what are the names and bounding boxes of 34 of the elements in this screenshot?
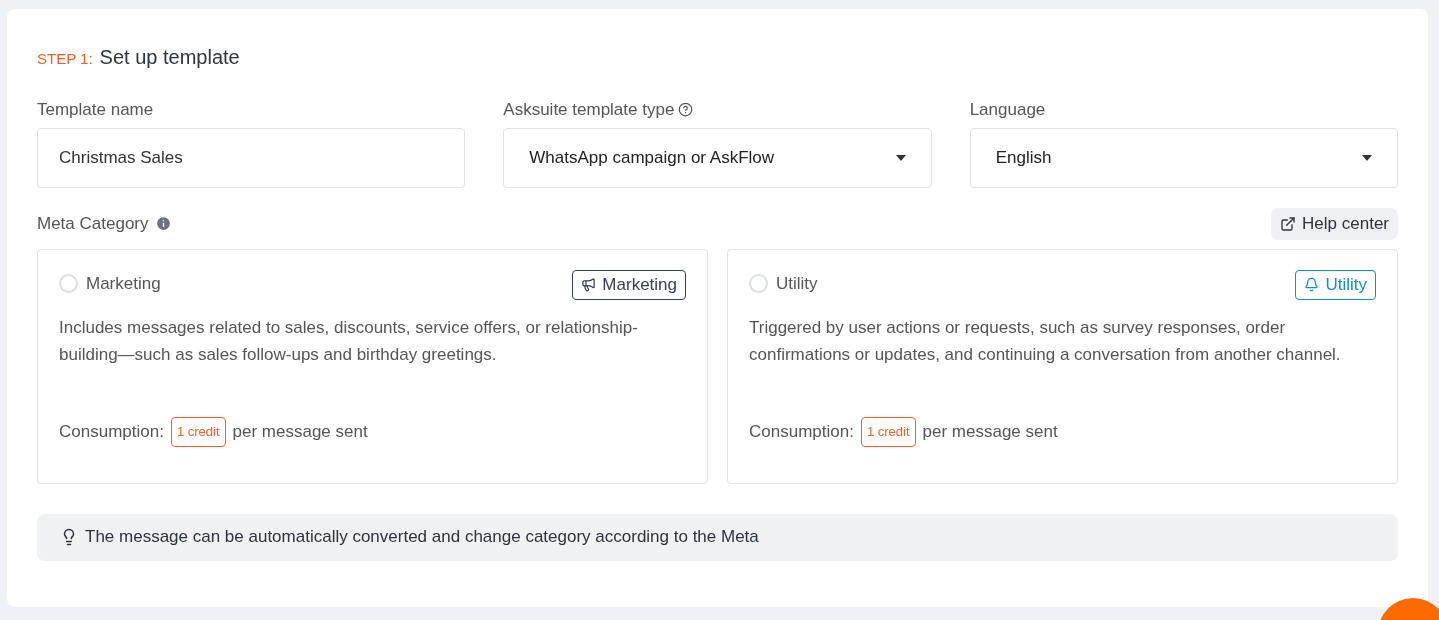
consumption-suffix: per message sent (232, 420, 368, 443)
meta-category-label: Meta Category (37, 212, 149, 235)
step-title: Set up template (99, 45, 240, 70)
consumption-label: Consumption: (749, 420, 854, 443)
help-icon[interactable] (678, 102, 694, 118)
field-label: Language (969, 99, 1046, 121)
input-field[interactable]: Christmas Sales (37, 127, 466, 188)
caret-icon (1362, 154, 1372, 161)
category-name: Utility (776, 272, 818, 295)
external-link-icon (1280, 215, 1297, 232)
select-field[interactable]: WhatsApp campaign or AskFlow (503, 127, 932, 188)
category-tag: Utility (1295, 269, 1376, 300)
radio-button[interactable] (59, 273, 78, 293)
category-tag: Marketing (572, 269, 686, 300)
credit-tag: 1 credit (170, 416, 226, 447)
notice-text: The message can be automatically converted and change category according to the Meta (85, 526, 759, 549)
caret-icon (895, 154, 906, 161)
help-center-button[interactable]: Help center (1271, 207, 1398, 240)
category-name: Marketing (86, 272, 161, 295)
consumption-suffix: per message sent (922, 420, 1058, 443)
category-description: Triggered by user actions or requests, such as survey responses, order confirmations or updates, and continuing a conversation from another channel. (749, 316, 1342, 366)
radio-button[interactable] (749, 273, 768, 293)
select-field[interactable]: English (969, 127, 1398, 188)
field-label: Asksuite template type (503, 99, 675, 121)
bell-icon (1304, 277, 1320, 292)
category-card[interactable] (727, 248, 1398, 484)
info-icon[interactable] (154, 215, 172, 232)
field-label: Template name (37, 99, 154, 121)
consumption-label: Consumption: (59, 420, 164, 443)
category-card[interactable]: Marketing Marketing Includes messages related to sales, discounts, service offers, or relationship-building—such as sales follow-ups and birthday greetings. Consumption: 1 credit per message sent (37, 248, 708, 484)
step-label: STEP 1: (37, 49, 93, 69)
credit-tag: 1 credit (860, 416, 916, 447)
megaphone-icon (581, 277, 597, 292)
category-description: Includes messages related to sales, discounts, service offers, or relationship-building—such as sales follow-ups and birthday greetings. (59, 316, 639, 366)
